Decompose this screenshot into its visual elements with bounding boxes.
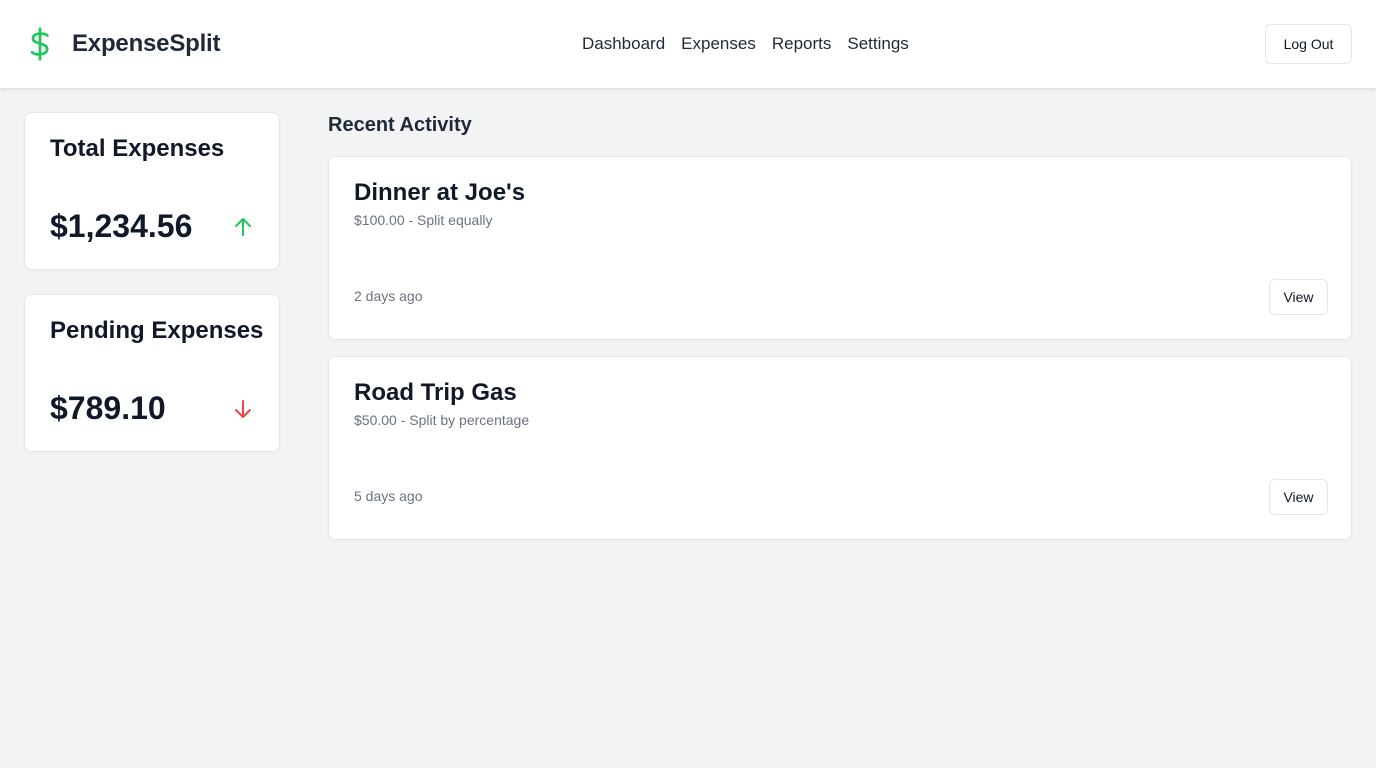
- activity-card: Dinner at Joe's $100.00 - Split equally …: [328, 156, 1352, 340]
- nav-item-reports[interactable]: Reports: [764, 34, 840, 54]
- app-name: ExpenseSplit: [72, 30, 221, 57]
- section-title-recent-activity: Recent Activity: [328, 114, 472, 136]
- stat-title: Pending Expenses: [50, 317, 264, 344]
- nav-item-dashboard[interactable]: Dashboard: [574, 34, 673, 54]
- activity-subtitle: $100.00 - Split equally: [354, 212, 493, 228]
- top-header: ExpenseSplit Dashboard Expenses Reports …: [0, 0, 1376, 88]
- nav-item-expenses[interactable]: Expenses: [673, 34, 764, 54]
- brand[interactable]: ExpenseSplit: [24, 26, 221, 62]
- view-button[interactable]: View: [1269, 479, 1328, 515]
- main-nav: Dashboard Expenses Reports Settings: [574, 32, 917, 56]
- pending-expenses-card: Pending Expenses $789.10: [24, 294, 280, 452]
- arrow-up-icon: [231, 215, 255, 239]
- view-button[interactable]: View: [1269, 279, 1328, 315]
- activity-title: Dinner at Joe's: [354, 179, 526, 206]
- logout-button[interactable]: Log Out: [1265, 24, 1352, 64]
- activity-subtitle: $50.00 - Split by percentage: [354, 412, 530, 428]
- stat-value: $1,234.56: [50, 208, 193, 244]
- activity-card: Road Trip Gas $50.00 - Split by percenta…: [328, 356, 1352, 540]
- nav-item-settings[interactable]: Settings: [839, 34, 916, 54]
- arrow-down-icon: [231, 397, 255, 421]
- activity-title: Road Trip Gas: [354, 379, 517, 406]
- dollar-sign-icon: [24, 26, 56, 62]
- activity-time: 2 days ago: [354, 288, 423, 304]
- stat-value: $789.10: [50, 390, 166, 426]
- total-expenses-card: Total Expenses $1,234.56: [24, 112, 280, 270]
- stat-title: Total Expenses: [50, 135, 225, 162]
- activity-time: 5 days ago: [354, 488, 423, 504]
